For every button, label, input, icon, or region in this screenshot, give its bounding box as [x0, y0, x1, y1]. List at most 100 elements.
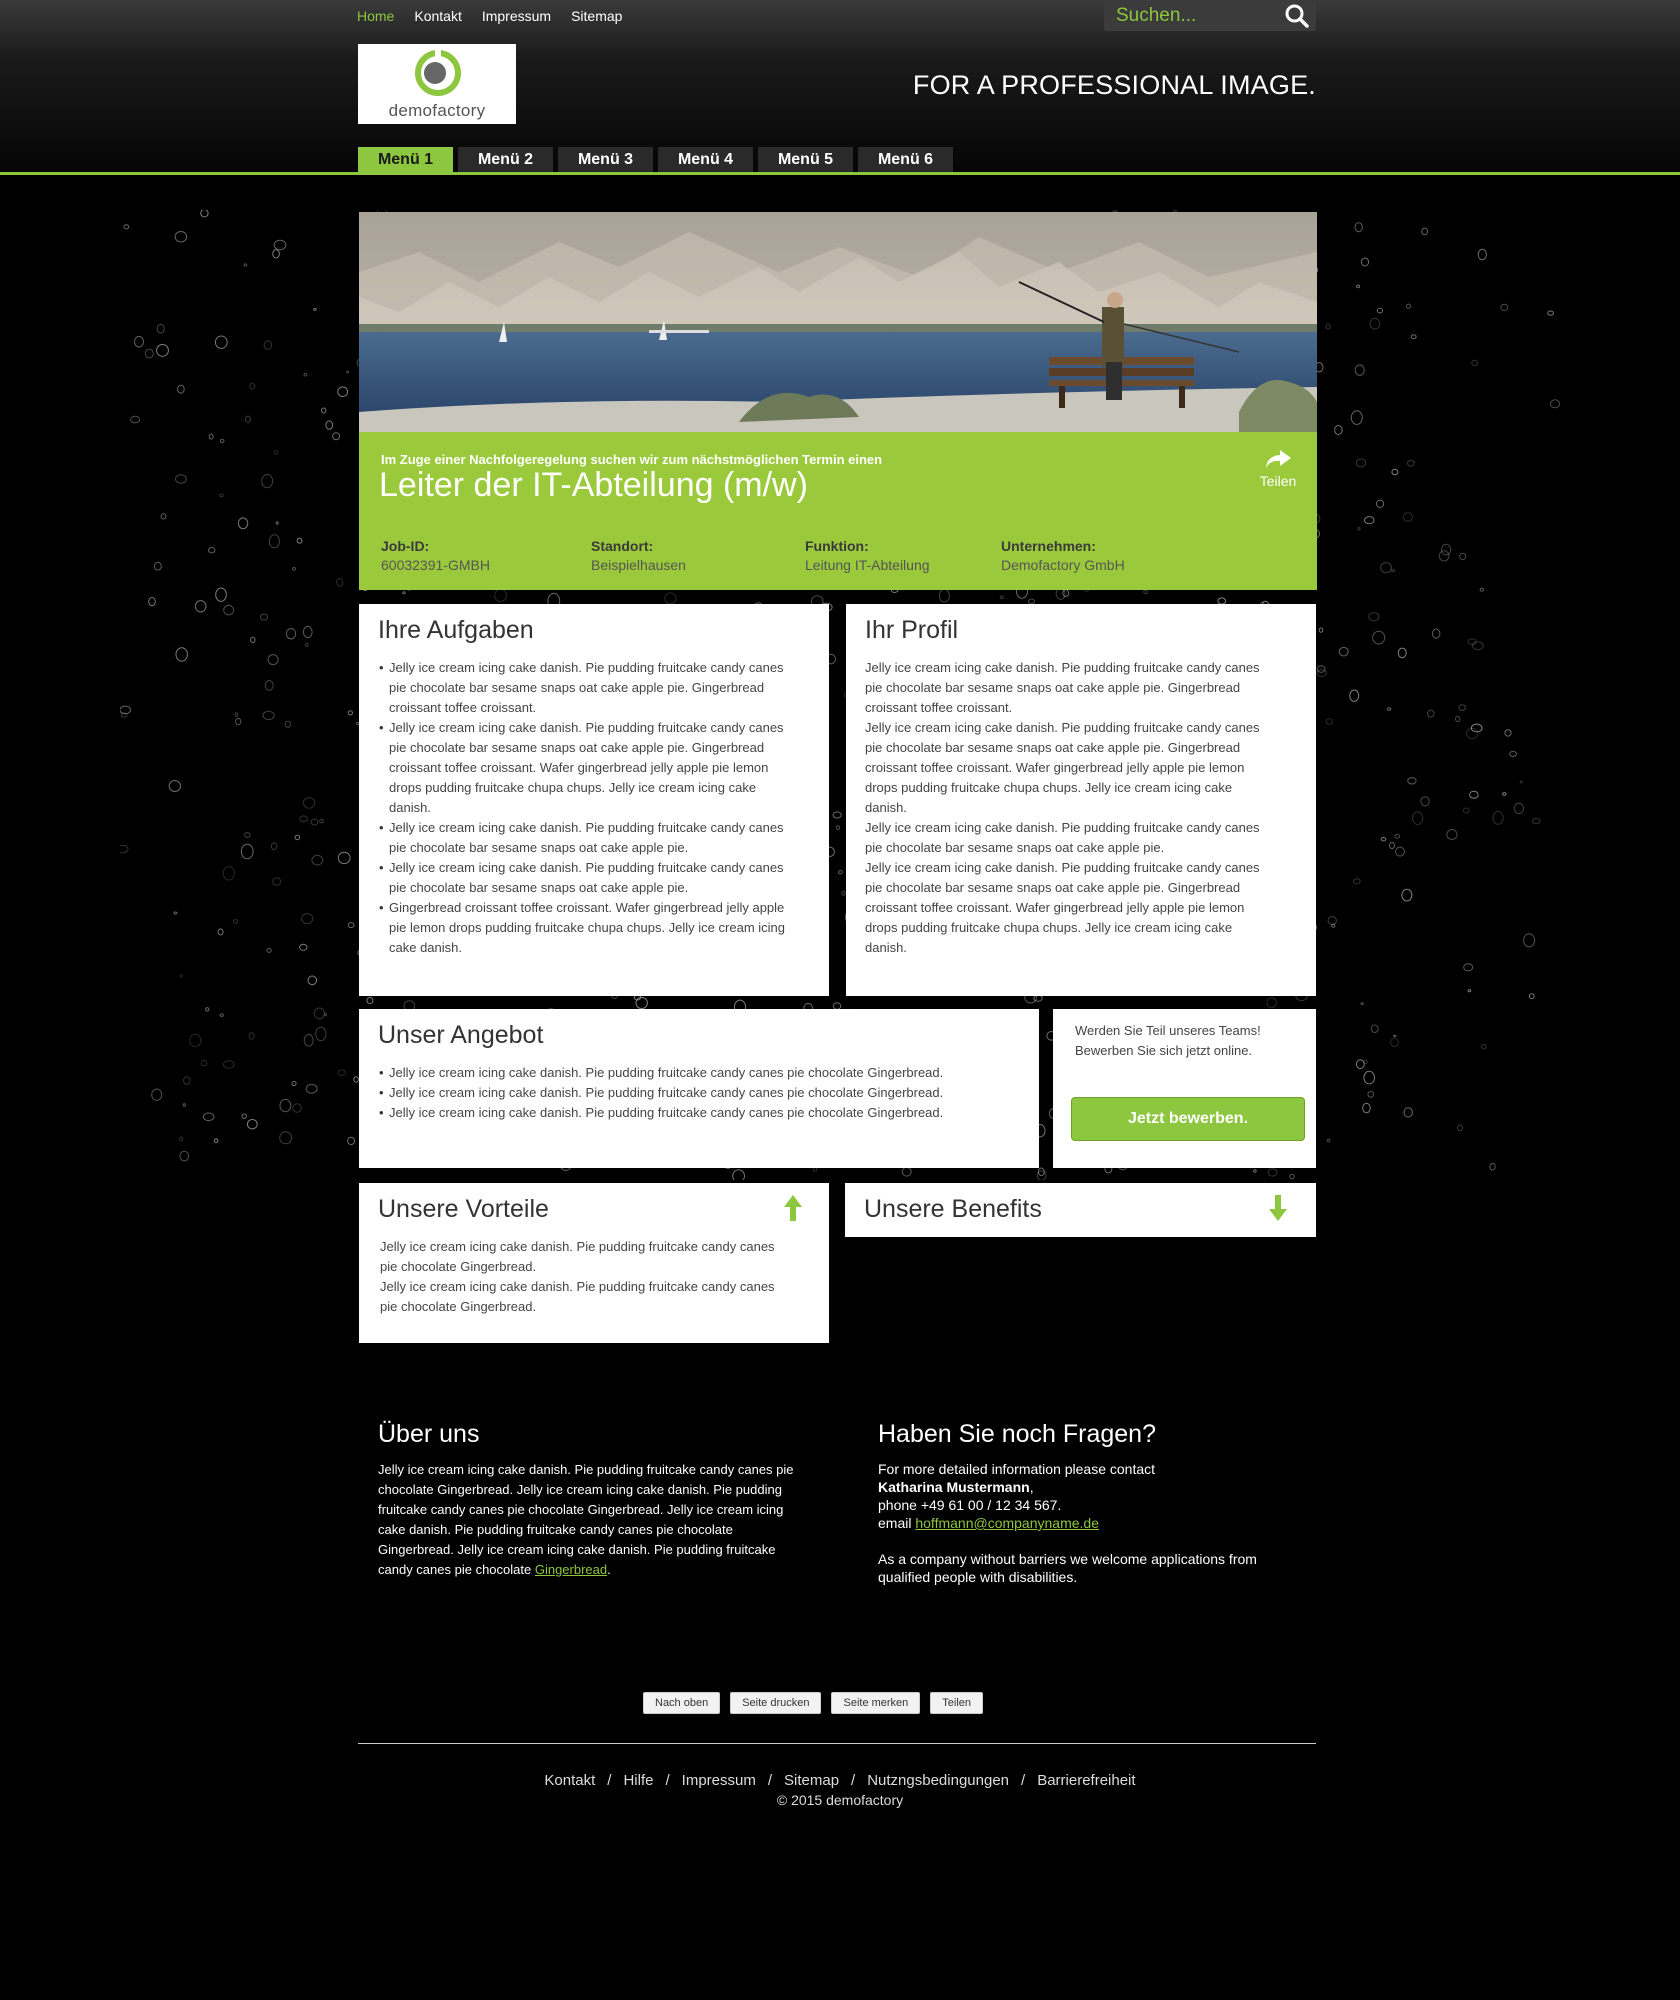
water-drop [246, 1119, 258, 1130]
water-drop [302, 625, 313, 639]
water-drop [1350, 410, 1363, 425]
collapse-arrow-up-icon[interactable] [783, 1195, 803, 1221]
topnav-sitemap-link[interactable]: Sitemap [571, 7, 622, 25]
main-nav: Menü 1 Menü 2 Menü 3 Menü 4 Menü 5 Menü … [358, 147, 953, 172]
mainnav-menu-2[interactable]: Menü 2 [458, 147, 553, 172]
water-drop [1357, 527, 1361, 531]
water-drop [205, 1007, 210, 1012]
water-drop [1391, 569, 1396, 573]
water-drop [291, 1080, 297, 1087]
mainnav-menu-4[interactable]: Menü 4 [658, 147, 753, 172]
water-drop [1267, 1168, 1278, 1177]
topnav-kontakt-link[interactable]: Kontakt [414, 7, 461, 25]
share-button[interactable]: Teilen [1253, 450, 1303, 489]
bookmark-page-button[interactable]: Seite merken [831, 1692, 921, 1714]
expand-arrow-down-icon[interactable] [1268, 1195, 1288, 1221]
water-drop [635, 996, 648, 1010]
water-drop [291, 566, 296, 571]
footer-link-sitemap[interactable]: Sitemap [784, 1772, 839, 1789]
footer-separator: / [767, 1772, 773, 1789]
footer-link-hilfe[interactable]: Hilfe [623, 1772, 653, 1789]
water-drop [1318, 627, 1324, 633]
contact-name: Katharina Mustermann [878, 1479, 1030, 1495]
list-item: Jelly ice cream icing cake danish. Pie p… [379, 1083, 1019, 1103]
share-arrow-icon [1266, 450, 1291, 468]
water-drop [1459, 552, 1467, 561]
job-company-label: Unternehmen: [1001, 538, 1096, 554]
water-drop [1402, 512, 1414, 522]
water-drop [151, 1088, 163, 1101]
search-input[interactable] [1104, 0, 1274, 31]
water-drop [1471, 359, 1479, 367]
water-drop [1479, 587, 1485, 592]
water-drop [299, 943, 308, 951]
footer-link-kontakt[interactable]: Kontakt [544, 1772, 595, 1789]
water-drop [270, 842, 278, 851]
water-drop [303, 372, 308, 377]
water-drop [1467, 638, 1477, 646]
water-drop [1394, 833, 1400, 839]
footer-link-barrierefreiheit[interactable]: Barrierefreiheit [1037, 1772, 1135, 1789]
water-drop [1406, 460, 1415, 467]
water-drop [168, 780, 181, 792]
mainnav-menu-5[interactable]: Menü 5 [758, 147, 853, 172]
footer-separator: / [607, 1772, 612, 1789]
water-drop [1446, 829, 1458, 840]
water-drop [901, 1166, 912, 1177]
water-drop [1331, 923, 1336, 928]
water-drop [336, 577, 344, 587]
water-drop [347, 1136, 356, 1146]
water-drop [1327, 916, 1338, 925]
water-drop [268, 534, 280, 549]
water-drop [1395, 846, 1405, 857]
benefits-card[interactable]: Unsere Benefits [845, 1183, 1316, 1237]
water-drop [332, 432, 341, 441]
water-drop [1532, 817, 1541, 825]
vorteile-title[interactable]: Unsere Vorteile [378, 1195, 549, 1224]
footer-link-nutzungsbedingungen[interactable]: Nutzngsbedingungen [867, 1772, 1009, 1789]
water-drop [1420, 796, 1430, 807]
water-drop [1469, 790, 1479, 799]
water-drop [1380, 562, 1393, 574]
topnav-impressum-link[interactable]: Impressum [482, 7, 551, 25]
apply-line-1: Werden Sie Teil unseres Teams! [1075, 1023, 1261, 1038]
mainnav-menu-3[interactable]: Menü 3 [558, 147, 653, 172]
logo[interactable]: demofactory [358, 44, 516, 124]
water-drop [1427, 709, 1435, 718]
mainnav-menu-6[interactable]: Menü 6 [858, 147, 953, 172]
list-item: Jelly ice cream icing cake danish. Pie p… [379, 718, 789, 818]
water-drop [1407, 777, 1417, 785]
back-to-top-button[interactable]: Nach oben [643, 1692, 721, 1714]
water-drop [1502, 792, 1507, 796]
contact-email-link[interactable]: hoffmann@companyname.de [915, 1515, 1099, 1531]
water-drop [183, 1076, 191, 1085]
footer-link-impressum[interactable]: Impressum [682, 1772, 756, 1789]
water-drop [1462, 807, 1470, 814]
water-drop [1410, 334, 1417, 340]
mainnav-menu-1[interactable]: Menü 1 [358, 147, 453, 172]
water-drop [1509, 750, 1517, 757]
water-drop [1393, 1034, 1397, 1038]
apply-text: Werden Sie Teil unseres Teams! Bewerben … [1075, 1021, 1261, 1061]
about-link[interactable]: Gingerbread [535, 1562, 607, 1577]
share-page-button[interactable]: Teilen [930, 1692, 984, 1714]
water-drop [1519, 780, 1523, 784]
water-drop [307, 975, 318, 986]
water-drop [337, 851, 351, 865]
list-item: Jelly ice cream icing cake danish. Pie p… [379, 1103, 1019, 1123]
water-drop [321, 407, 327, 414]
water-drop [664, 592, 677, 605]
water-drop [1349, 689, 1360, 702]
aufgaben-card: Ihre Aufgaben Jelly ice cream icing cake… [359, 604, 829, 996]
benefits-title[interactable]: Unsere Benefits [864, 1195, 1042, 1224]
water-drop [1401, 888, 1413, 902]
apply-button[interactable]: Jetzt bewerben. [1071, 1097, 1305, 1141]
water-drop [261, 474, 274, 489]
contact-phone: phone +49 61 00 / 12 34 567. [878, 1497, 1062, 1513]
water-drop [999, 595, 1004, 600]
print-page-button[interactable]: Seite drucken [730, 1692, 822, 1714]
search-icon[interactable] [1284, 3, 1310, 29]
water-drop [1360, 1002, 1364, 1005]
water-drop [1406, 303, 1411, 309]
topnav-home-link[interactable]: Home [357, 7, 394, 25]
